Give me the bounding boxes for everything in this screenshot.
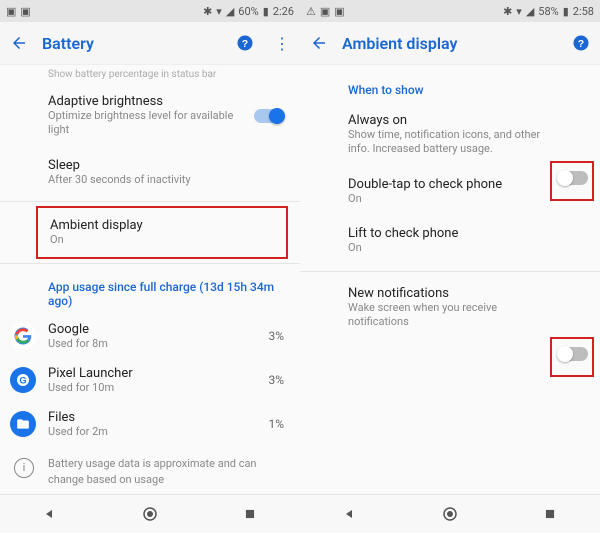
svg-text:G: G	[19, 376, 26, 386]
clock-text: 2:58	[573, 5, 594, 18]
files-icon	[10, 411, 36, 437]
row-label: Sleep	[48, 158, 284, 173]
signal-icon: ◢	[526, 5, 534, 18]
top-bar: Ambient display ?	[300, 22, 600, 65]
status-bar: ▣ ▣ ✱ ▾ ◢ 60% ▮ 2:26	[0, 0, 300, 22]
divider	[0, 263, 300, 264]
pixel-launcher-icon: G	[10, 367, 36, 393]
row-lift-to-check[interactable]: Lift to check phone On	[300, 216, 600, 265]
signal-icon: ◢	[226, 5, 234, 18]
row-sleep[interactable]: Sleep After 30 seconds of inactivity	[0, 148, 300, 197]
row-subtitle: Wake screen when you receive notificatio…	[348, 301, 550, 330]
google-icon	[10, 323, 36, 349]
bluetooth-icon: ✱	[503, 5, 512, 18]
nav-bar	[0, 494, 300, 533]
row-label: Always on	[348, 113, 550, 128]
row-subtitle: On	[348, 241, 584, 255]
page-title: Battery	[42, 34, 222, 53]
row-subtitle: On	[50, 233, 274, 247]
divider	[0, 201, 300, 202]
battery-icon: ▮	[563, 5, 569, 18]
nav-bar	[300, 494, 600, 533]
row-label: Double-tap to check phone	[348, 177, 584, 192]
row-ambient-display[interactable]: Ambient display On	[36, 206, 288, 259]
note-row: i Battery usage data is approximate and …	[0, 446, 300, 494]
svg-text:?: ?	[242, 38, 248, 50]
app-sub: Used for 2m	[48, 425, 268, 438]
notification-icon: ▣	[6, 5, 16, 18]
help-icon[interactable]: ?	[572, 34, 590, 52]
nav-recent-icon[interactable]	[240, 504, 260, 524]
row-subtitle: On	[348, 192, 584, 206]
nav-recent-icon[interactable]	[540, 504, 560, 524]
toggle-switch[interactable]	[558, 347, 588, 361]
wifi-icon: ▾	[216, 5, 222, 18]
app-percent: 1%	[268, 417, 284, 431]
app-percent: 3%	[268, 373, 284, 387]
warning-icon: ⚠	[306, 5, 316, 18]
clock-text: 2:26	[273, 5, 294, 18]
app-usage-row[interactable]: Google Used for 8m 3%	[0, 314, 300, 358]
row-subtitle: After 30 seconds of inactivity	[48, 173, 284, 187]
back-icon[interactable]	[310, 34, 328, 52]
app-name: Files	[48, 410, 268, 425]
notification-icon: ▣	[334, 5, 344, 18]
battery-icon: ▮	[263, 5, 269, 18]
phone-ambient-display: ⚠ ▣ ▣ ✱ ▾ ◢ 58% ▮ 2:58 Ambient display ?…	[300, 0, 600, 533]
row-double-tap[interactable]: Double-tap to check phone On	[300, 167, 600, 216]
notification-icon: ▣	[20, 5, 30, 18]
row-label: Ambient display	[50, 218, 274, 233]
overflow-menu-icon[interactable]: ⋮	[268, 34, 290, 53]
row-always-on[interactable]: Always on Show time, notification icons,…	[300, 103, 600, 167]
row-subtitle: Optimize brightness level for available …	[48, 109, 254, 138]
nav-home-icon[interactable]	[140, 504, 160, 524]
wifi-icon: ▾	[516, 5, 522, 18]
info-icon: i	[14, 458, 34, 478]
content-area: Show battery percentage in status bar Ad…	[0, 65, 300, 494]
phone-battery-settings: ▣ ▣ ✱ ▾ ◢ 60% ▮ 2:26 Battery ? ⋮ Show ba…	[0, 0, 300, 533]
app-usage-row[interactable]: G Pixel Launcher Used for 10m 3%	[0, 358, 300, 402]
app-name: Pixel Launcher	[48, 366, 268, 381]
nav-home-icon[interactable]	[440, 504, 460, 524]
help-icon[interactable]: ?	[236, 34, 254, 52]
nav-back-icon[interactable]	[340, 504, 360, 524]
battery-text: 60%	[238, 5, 258, 18]
divider	[300, 271, 600, 272]
nav-back-icon[interactable]	[40, 504, 60, 524]
row-label: New notifications	[348, 286, 550, 301]
app-usage-row[interactable]: Files Used for 2m 1%	[0, 402, 300, 446]
note-text: Battery usage data is approximate and ca…	[48, 457, 257, 485]
app-sub: Used for 8m	[48, 337, 268, 350]
row-adaptive-brightness[interactable]: Adaptive brightness Optimize brightness …	[0, 84, 300, 148]
svg-text:?: ?	[578, 38, 584, 50]
app-percent: 3%	[268, 329, 284, 343]
toggle-switch[interactable]	[254, 109, 284, 123]
app-sub: Used for 10m	[48, 381, 268, 394]
truncated-prev-row: Show battery percentage in status bar	[0, 65, 300, 84]
battery-text: 58%	[538, 5, 558, 18]
back-icon[interactable]	[10, 34, 28, 52]
row-subtitle: Show time, notification icons, and other…	[348, 128, 550, 157]
content-area: When to show Always on Show time, notifi…	[300, 65, 600, 494]
app-name: Google	[48, 322, 268, 337]
top-bar: Battery ? ⋮	[0, 22, 300, 65]
notification-icon: ▣	[320, 5, 330, 18]
page-title: Ambient display	[342, 34, 558, 53]
row-label: Adaptive brightness	[48, 94, 254, 109]
bluetooth-icon: ✱	[203, 5, 212, 18]
status-bar: ⚠ ▣ ▣ ✱ ▾ ◢ 58% ▮ 2:58	[300, 0, 600, 22]
row-new-notifications[interactable]: New notifications Wake screen when you r…	[300, 276, 600, 340]
row-label: Lift to check phone	[348, 226, 584, 241]
section-header: When to show	[300, 65, 600, 103]
section-header[interactable]: App usage since full charge (13d 15h 34m…	[0, 268, 300, 314]
